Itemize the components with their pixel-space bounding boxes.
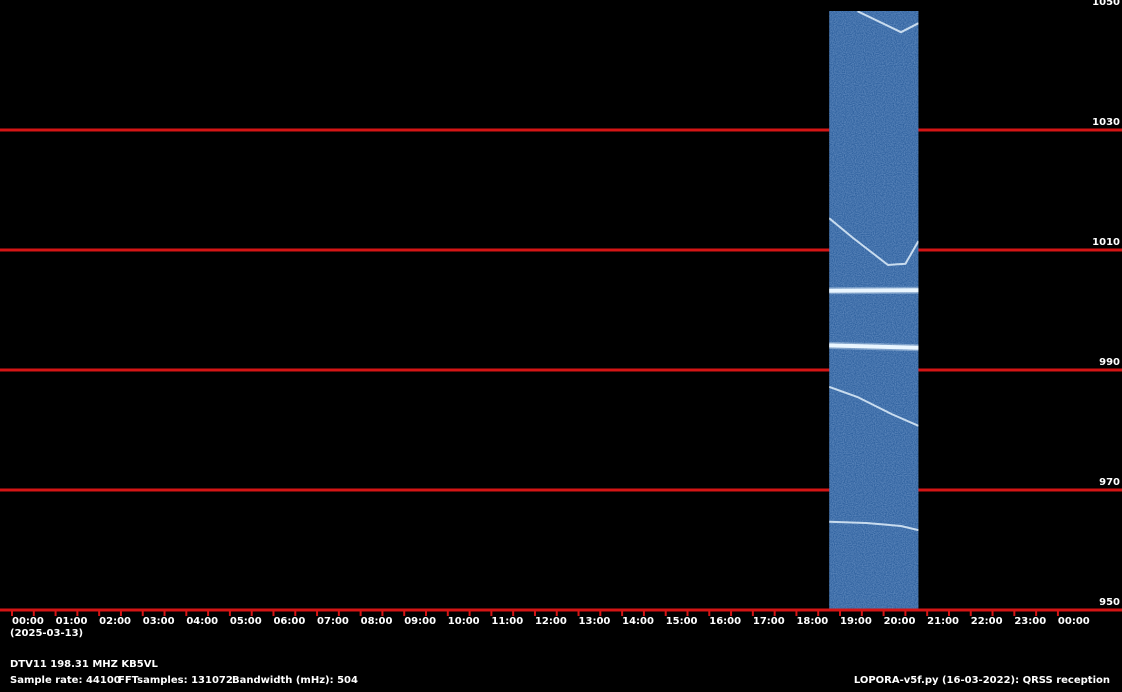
x-tick-label: 05:00	[230, 616, 262, 627]
y-tick-label: 970	[1099, 477, 1120, 488]
x-tick-label: 04:00	[186, 616, 218, 627]
bandwidth-label: Bandwidth (mHz): 504	[232, 675, 358, 686]
trace-1	[829, 343, 919, 350]
x-tick-label: 13:00	[579, 616, 611, 627]
software-label: LOPORA-v5f.py (16-03-2022): QRSS recepti…	[853, 675, 1110, 686]
x-tick-label: 15:00	[666, 616, 698, 627]
x-tick-label: 10:00	[448, 616, 480, 627]
x-tick-label: 22:00	[971, 616, 1003, 627]
sample-rate-label: Sample rate: 44100	[10, 675, 121, 686]
x-tick-label: 18:00	[796, 616, 828, 627]
y-tick-label: 1030	[1092, 117, 1120, 128]
x-tick-label: 08:00	[361, 616, 393, 627]
x-tick-label: 19:00	[840, 616, 872, 627]
x-axis: 00:00 01:00 02:00 03:00 04:00 05:00 06:00 07:00…	[0, 608, 1122, 627]
x-tick-label: 16:00	[709, 616, 741, 627]
x-tick-label: 12:00	[535, 616, 567, 627]
x-tick-label: 00:00	[1058, 616, 1090, 627]
y-tick-label: 1050	[1092, 0, 1120, 8]
x-tick-label: 07:00	[317, 616, 349, 627]
waterfall-chart: 00:00 01:00 02:00 03:00 04:00 05:00 06:00 07:00…	[0, 0, 1122, 639]
x-tick-label: 01:00	[56, 616, 88, 627]
grid-lines	[0, 128, 1122, 612]
x-tick-label: 00:00	[12, 616, 44, 627]
waterfall-noise	[829, 11, 919, 610]
date-label: (2025-03-13)	[10, 628, 83, 639]
y-tick-label: 990	[1099, 357, 1120, 368]
y-tick-label: 1010	[1092, 237, 1120, 248]
fft-samples-label: FFTsamples: 131072	[118, 675, 233, 686]
x-tick-label: 02:00	[99, 616, 131, 627]
station-label: DTV11 198.31 MHZ KB5VL	[10, 659, 158, 670]
y-tick-label: 950	[1099, 597, 1120, 608]
x-tick-label: 09:00	[404, 616, 436, 627]
y-axis-labels: 950 970 990 1010 1030 1050	[1092, 0, 1120, 608]
x-tick-label: 17:00	[753, 616, 785, 627]
x-tick-label: 20:00	[884, 616, 916, 627]
x-tick-label: 14:00	[622, 616, 654, 627]
waterfall-window	[829, 11, 919, 610]
x-tick-label: 06:00	[273, 616, 305, 627]
x-tick-label: 11:00	[491, 616, 523, 627]
trace-0	[829, 288, 919, 293]
x-tick-label: 03:00	[143, 616, 175, 627]
x-tick-label: 21:00	[927, 616, 959, 627]
x-tick-label: 23:00	[1014, 616, 1046, 627]
